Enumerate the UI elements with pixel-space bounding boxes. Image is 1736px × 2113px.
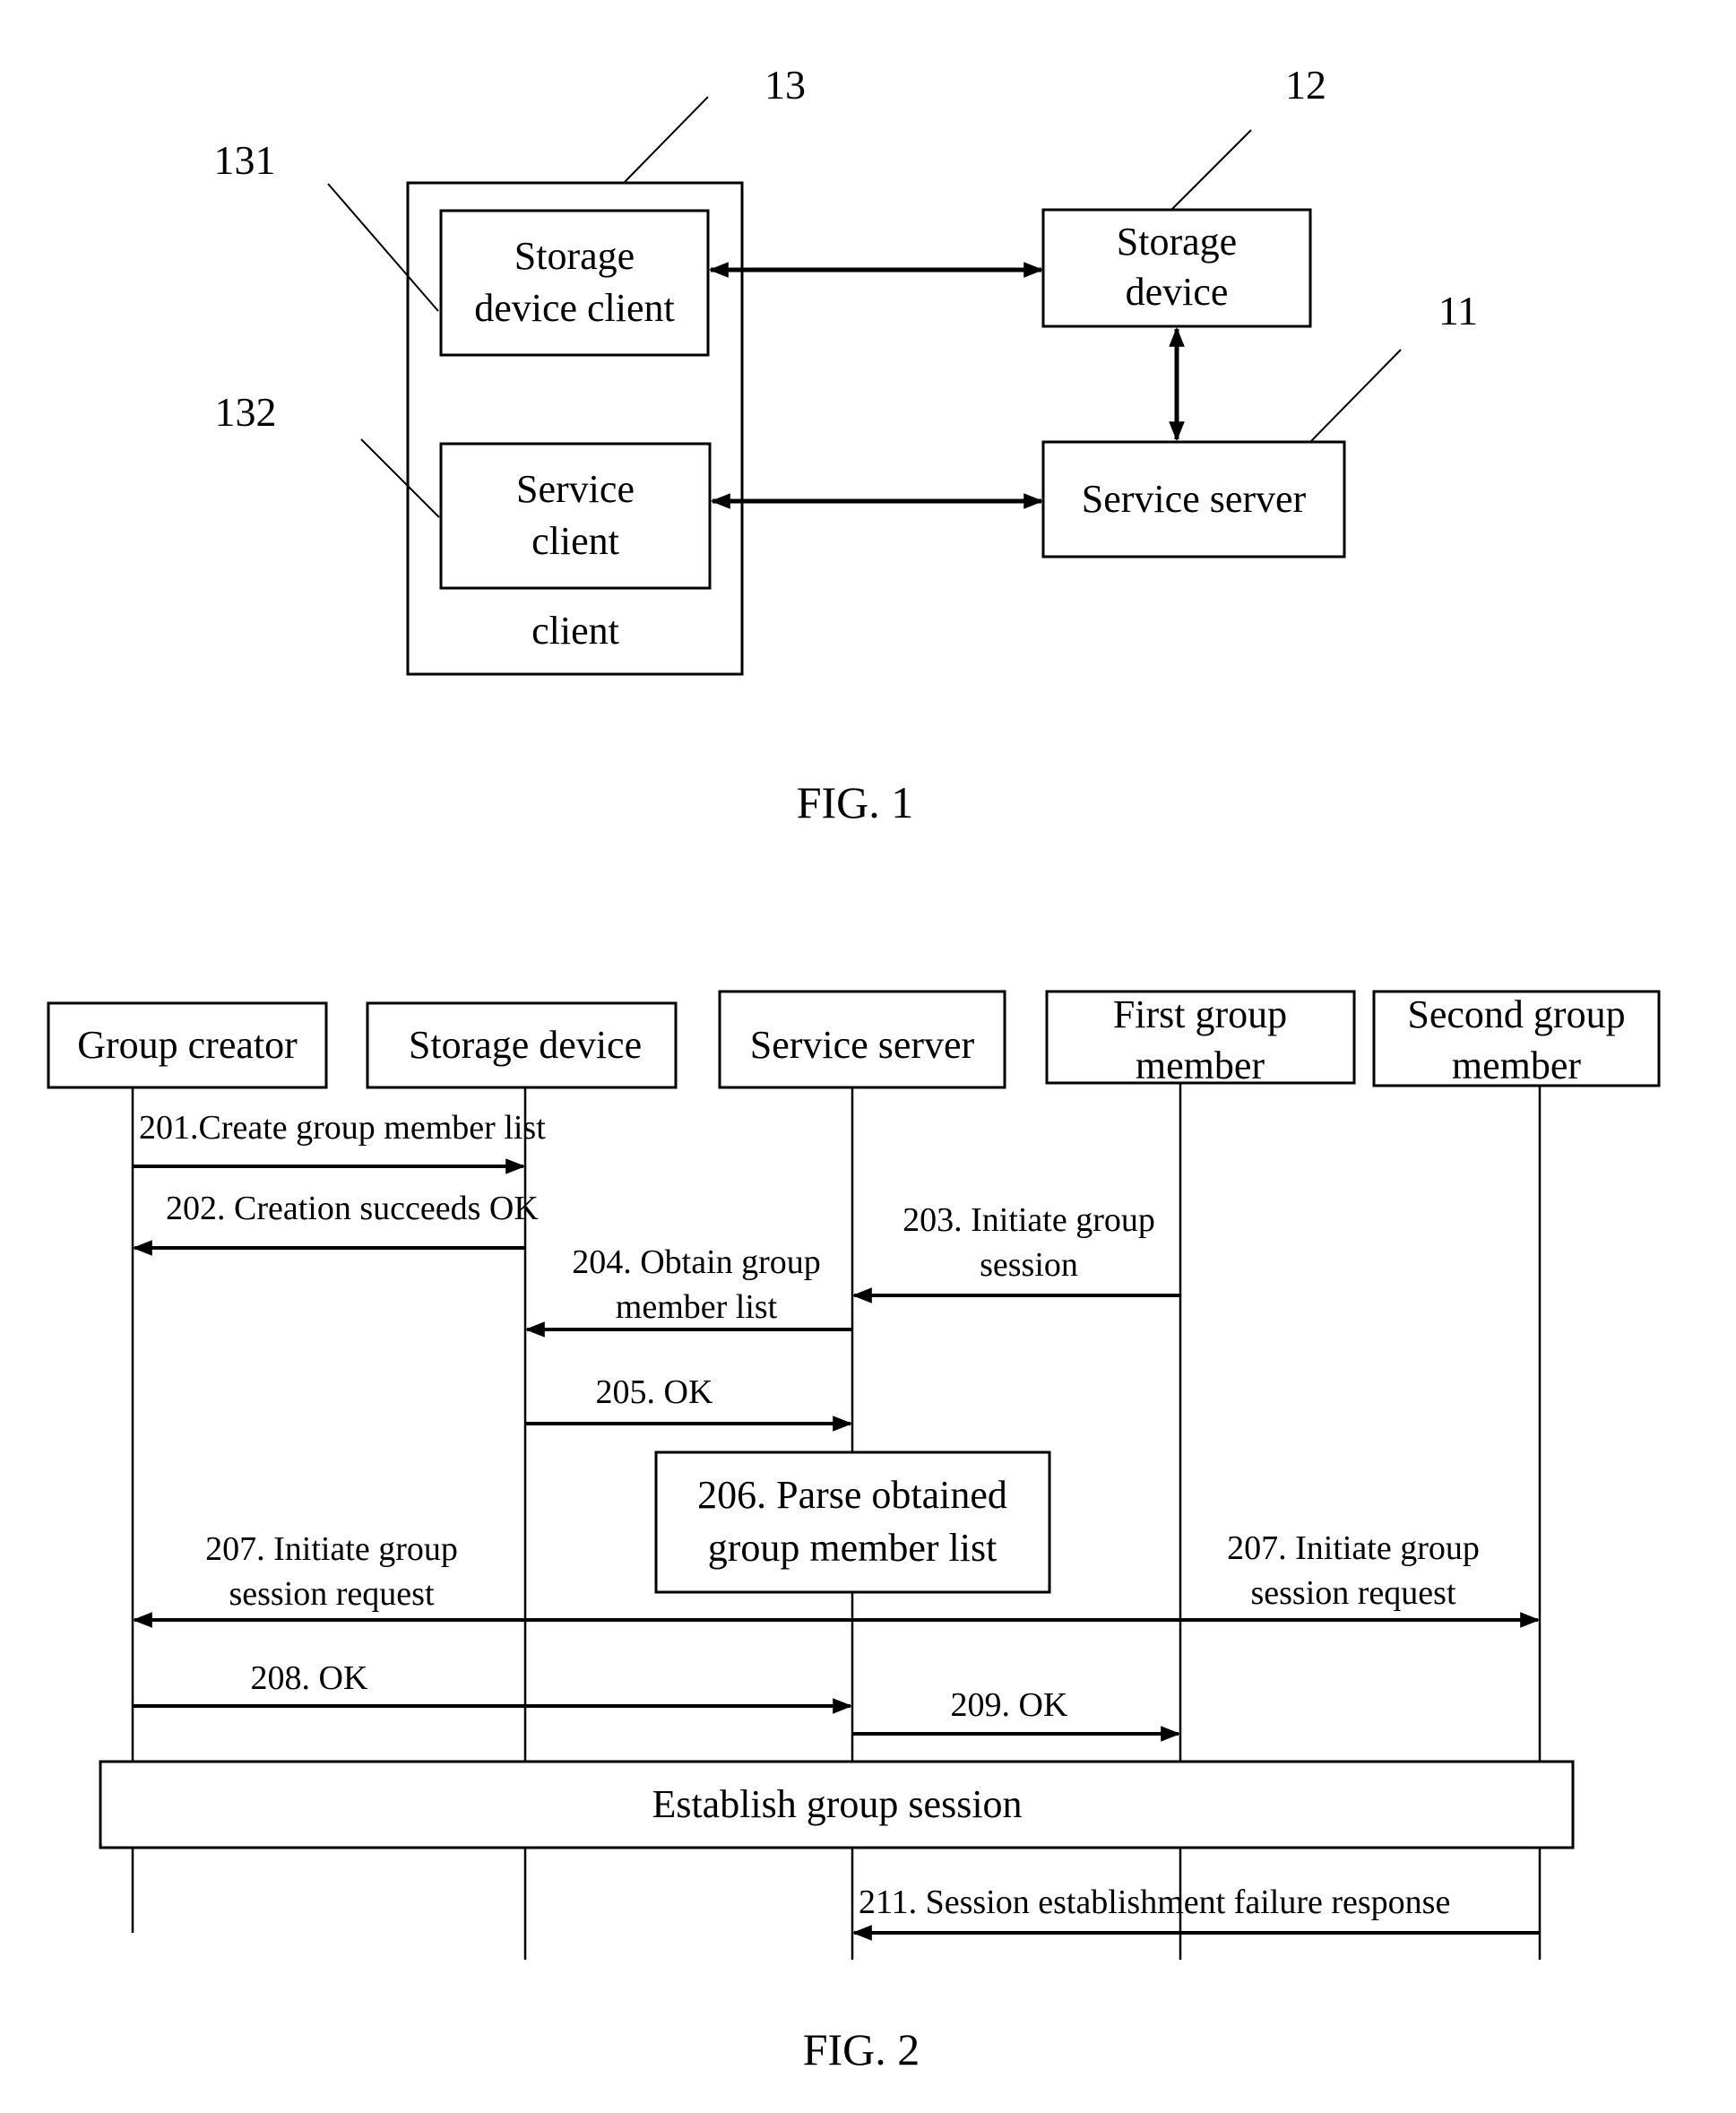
message-208-label: 208. OK: [251, 1659, 368, 1697]
client-box-label: client: [531, 609, 619, 653]
leader-132: [360, 438, 440, 518]
message-203-line1: 203. Initiate group: [903, 1201, 1155, 1239]
process-box-206-line1: 206. Parse obtained: [697, 1473, 1007, 1517]
participant-second-member-line1: Second group: [1407, 992, 1625, 1036]
message-207-right-line1: 207. Initiate group: [1227, 1529, 1480, 1567]
message-207-left-line1: 207. Initiate group: [205, 1530, 458, 1568]
participant-first-member-line2: member: [1136, 1044, 1265, 1087]
participant-group-creator-label: Group creator: [77, 1023, 298, 1067]
participant-storage-device-label: Storage device: [409, 1023, 642, 1067]
fig2: Group creator Storage device Service ser…: [47, 990, 1661, 2074]
service-client-line1: Service: [516, 467, 635, 511]
message-207-left-line2: session request: [229, 1575, 434, 1613]
message-203-line2: session: [980, 1246, 1078, 1284]
fig1: client Storage device client Service cli…: [214, 62, 1479, 827]
message-209-label: 209. OK: [951, 1686, 1068, 1724]
service-client-box: [439, 442, 712, 590]
leader-13: [623, 96, 709, 184]
message-205-label: 205. OK: [596, 1373, 713, 1411]
leader-12: [1170, 129, 1252, 211]
storage-device-client-box: [439, 209, 710, 357]
fig2-caption: FIG. 2: [803, 2024, 920, 2074]
message-201-label: 201.Create group member list: [139, 1109, 546, 1147]
participant-first-member-line1: First group: [1113, 992, 1287, 1036]
message-202-label: 202. Creation succeeds OK: [166, 1190, 539, 1227]
ref-12: 12: [1285, 62, 1326, 108]
establish-session-label: Establish group session: [652, 1782, 1022, 1826]
storage-device-client-line2: device client: [474, 286, 675, 330]
service-server-label: Service server: [1082, 477, 1307, 521]
participant-service-server-label: Service server: [750, 1023, 975, 1067]
participant-second-member-line2: member: [1452, 1044, 1582, 1087]
process-box-206-line2: group member list: [708, 1526, 998, 1570]
message-204-line2: member list: [616, 1288, 778, 1326]
storage-device-line1: Storage: [1117, 220, 1237, 264]
storage-device-client-line1: Storage: [514, 234, 635, 278]
ref-11: 11: [1438, 288, 1478, 333]
storage-device-line2: device: [1126, 270, 1229, 314]
message-211-label: 211. Session establishment failure respo…: [859, 1884, 1450, 1921]
ref-13: 13: [764, 62, 806, 108]
fig1-caption: FIG. 1: [797, 777, 914, 827]
message-207-right-line2: session request: [1250, 1574, 1455, 1612]
message-204-line1: 204. Obtain group: [572, 1243, 821, 1281]
ref-132: 132: [215, 389, 277, 435]
ref-131: 131: [214, 137, 276, 183]
service-client-line2: client: [531, 519, 619, 563]
leader-11: [1309, 349, 1402, 443]
patent-figures: client Storage device client Service cli…: [47, 62, 1661, 2074]
leader-131: [327, 183, 439, 312]
